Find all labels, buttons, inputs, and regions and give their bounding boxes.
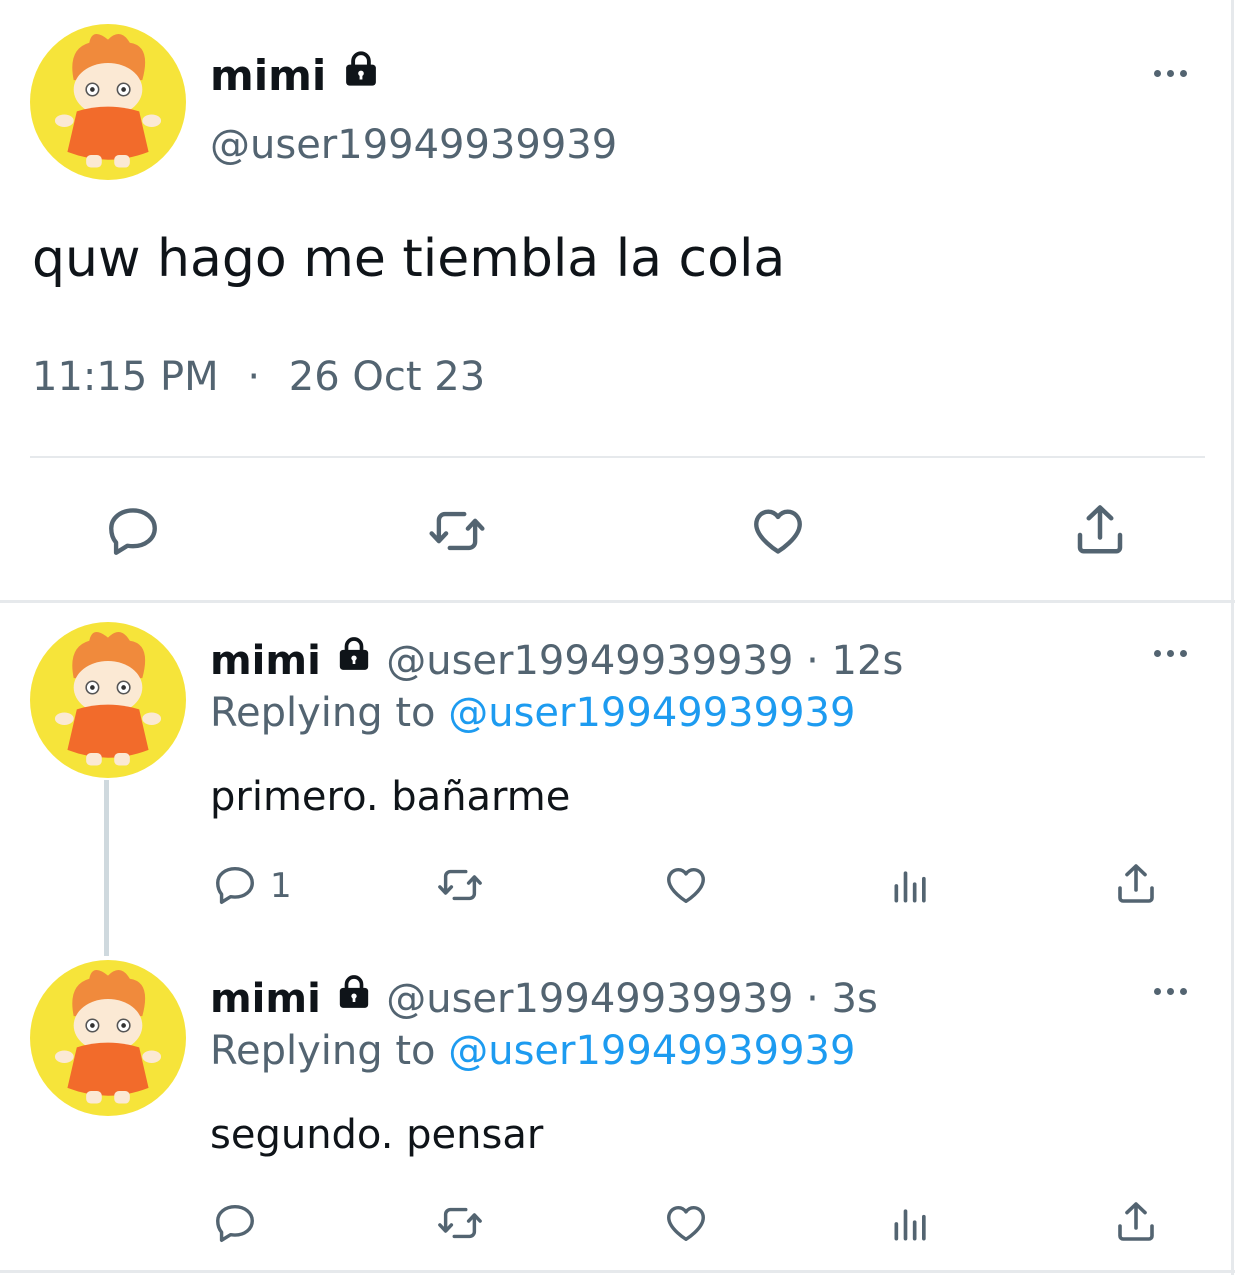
replying-prefix: Replying to [210, 690, 436, 736]
replying-to: Replying to @user19949939939 [210, 1026, 855, 1076]
avatar[interactable] [30, 960, 186, 1116]
more-icon[interactable] [1154, 650, 1187, 657]
replying-handle[interactable]: @user19949939939 [448, 690, 855, 736]
share-icon[interactable] [1070, 500, 1130, 560]
share-icon[interactable] [1112, 860, 1160, 908]
replying-to: Replying to @user19949939939 [210, 688, 855, 738]
thread-line [104, 780, 109, 956]
author-line: mimi [210, 48, 382, 102]
avatar-image [30, 622, 186, 778]
display-name[interactable]: mimi [210, 51, 326, 100]
lock-icon [334, 634, 374, 674]
views-icon[interactable] [888, 1202, 934, 1246]
reply-icon[interactable] [212, 862, 258, 908]
tweet-text: quw hago me tiembla la cola [32, 229, 786, 289]
divider [30, 456, 1205, 458]
more-icon[interactable] [1154, 70, 1187, 77]
right-border [1231, 0, 1234, 1275]
tweet-text: primero. bañarme [210, 774, 571, 820]
replying-handle[interactable]: @user19949939939 [448, 1028, 855, 1074]
avatar[interactable] [30, 622, 186, 778]
tweet-text: segundo. pensar [210, 1112, 544, 1158]
handle[interactable]: @user19949939939 [210, 120, 617, 170]
timestamp: 11:15 PM · 26 Oct 23 [32, 352, 485, 402]
retweet-icon[interactable] [424, 502, 490, 560]
lock-icon [340, 48, 382, 90]
handle-time[interactable]: @user19949939939 · 12s [386, 638, 903, 684]
author-line: mimi @user19949939939 · 12s [210, 634, 903, 686]
retweet-icon[interactable] [434, 862, 486, 908]
author-line: mimi @user19949939939 · 3s [210, 972, 878, 1024]
bottom-divider [0, 1270, 1235, 1273]
retweet-icon[interactable] [434, 1200, 486, 1246]
replying-prefix: Replying to [210, 1028, 436, 1074]
like-icon[interactable] [662, 1200, 710, 1246]
separator: · [247, 354, 261, 400]
more-icon[interactable] [1154, 988, 1187, 995]
reply-icon[interactable] [104, 502, 162, 560]
handle-time[interactable]: @user19949939939 · 3s [386, 976, 878, 1022]
tweet-time[interactable]: 11:15 PM [32, 354, 219, 400]
display-name[interactable]: mimi [210, 976, 321, 1022]
like-icon[interactable] [662, 862, 710, 908]
like-icon[interactable] [748, 502, 808, 560]
reply-count: 1 [270, 866, 292, 906]
avatar-image [30, 24, 186, 180]
views-icon[interactable] [888, 864, 934, 908]
tweet-date[interactable]: 26 Oct 23 [289, 354, 485, 400]
avatar-image [30, 960, 186, 1116]
display-name[interactable]: mimi [210, 638, 321, 684]
avatar[interactable] [30, 24, 186, 180]
share-icon[interactable] [1112, 1198, 1160, 1246]
lock-icon [334, 972, 374, 1012]
reply-icon[interactable] [212, 1200, 258, 1246]
section-divider [0, 600, 1235, 603]
